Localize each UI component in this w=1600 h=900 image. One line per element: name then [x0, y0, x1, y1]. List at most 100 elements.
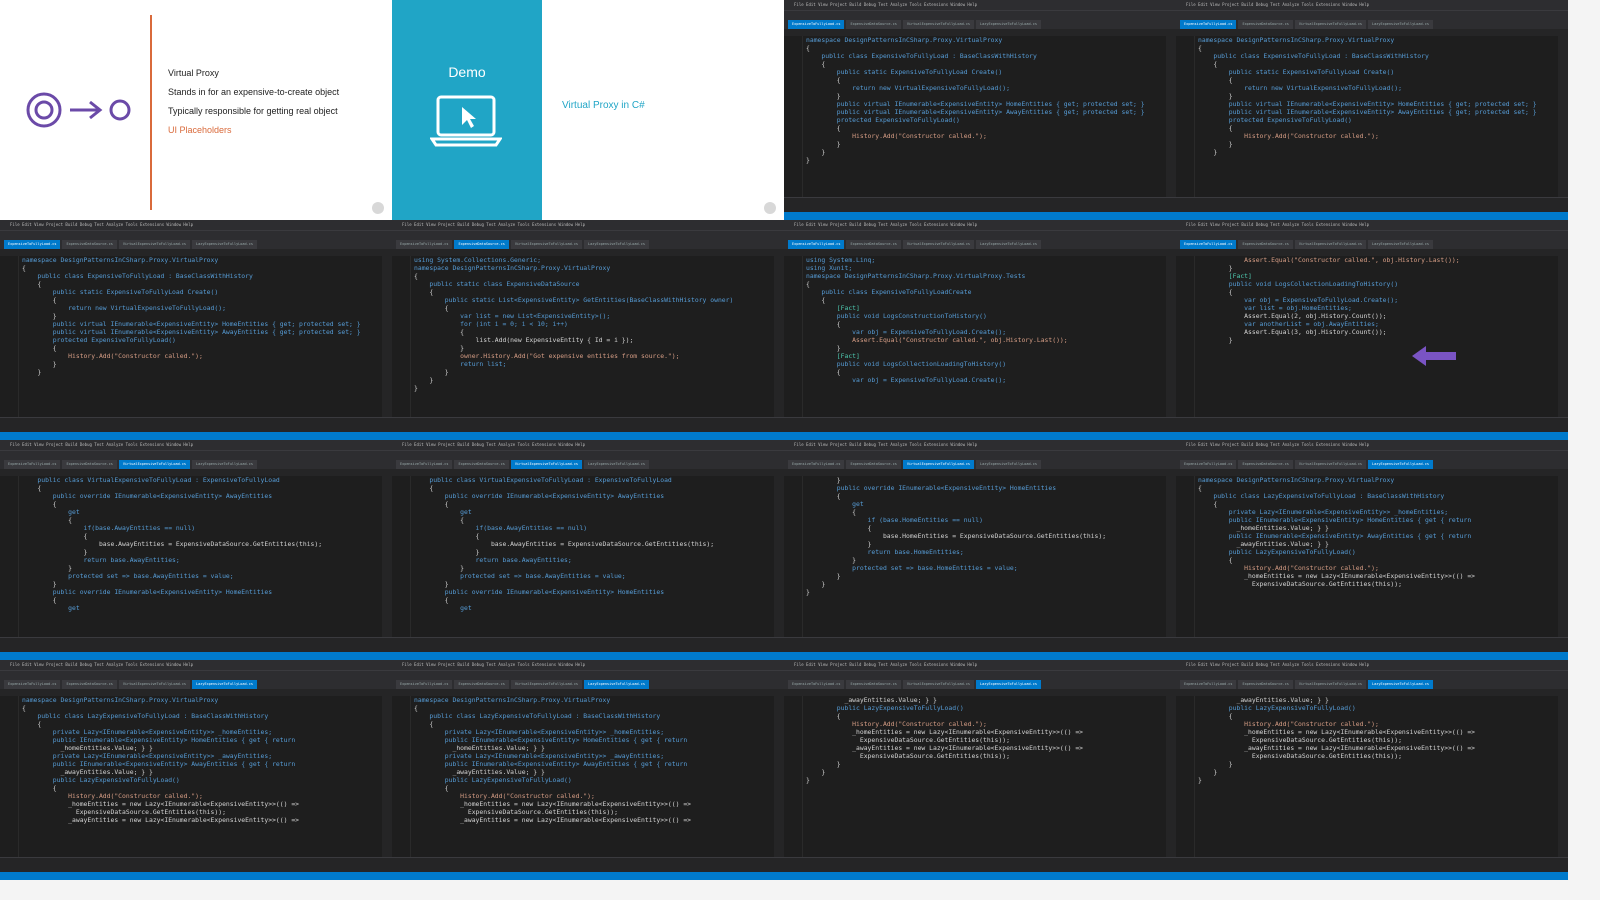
- editor-tab[interactable]: ExpensiveToFullyLoad.cs: [1180, 20, 1237, 29]
- scrollbar[interactable]: [382, 696, 392, 858]
- editor-tab[interactable]: ExpensiveToFullyLoad.cs: [396, 460, 453, 469]
- menu-bar[interactable]: File Edit View Project Build Debug Test …: [1176, 440, 1568, 450]
- editor-tab[interactable]: ExpensiveDataSource.cs: [62, 240, 117, 249]
- scrollbar[interactable]: [774, 256, 784, 418]
- editor-tab[interactable]: ExpensiveDataSource.cs: [62, 680, 117, 689]
- editor-tab[interactable]: ExpensiveDataSource.cs: [1238, 680, 1293, 689]
- editor-tab[interactable]: VirtualExpensiveToFullyLoad.cs: [510, 680, 583, 689]
- code-editor[interactable]: namespace DesignPatternsInCSharp.Proxy.V…: [1176, 36, 1568, 198]
- scrollbar[interactable]: [1166, 696, 1176, 858]
- editor-tab[interactable]: ExpensiveToFullyLoad.cs: [1180, 680, 1237, 689]
- code-editor[interactable]: namespace DesignPatternsInCSharp.Proxy.V…: [0, 256, 392, 418]
- editor-tab[interactable]: VirtualExpensiveToFullyLoad.cs: [1294, 20, 1367, 29]
- menu-bar[interactable]: File Edit View Project Build Debug Test …: [1176, 660, 1568, 670]
- editor-tab[interactable]: ExpensiveDataSource.cs: [454, 460, 509, 469]
- code-editor[interactable]: _awayEntities.Value; } } public LazyExpe…: [1176, 696, 1568, 858]
- code-editor[interactable]: public class VirtualExpensiveToFullyLoad…: [0, 476, 392, 638]
- breadcrumb[interactable]: [392, 689, 784, 696]
- editor-tab[interactable]: ExpensiveDataSource.cs: [1238, 460, 1293, 469]
- breadcrumb[interactable]: [0, 249, 392, 256]
- toolbar[interactable]: [392, 230, 784, 240]
- breadcrumb[interactable]: [784, 29, 1176, 36]
- breadcrumb[interactable]: [784, 249, 1176, 256]
- editor-tab[interactable]: ExpensiveToFullyLoad.cs: [4, 460, 61, 469]
- scrollbar[interactable]: [1558, 36, 1568, 198]
- menu-bar[interactable]: File Edit View Project Build Debug Test …: [392, 220, 784, 230]
- breadcrumb[interactable]: [1176, 249, 1568, 256]
- editor-tab[interactable]: ExpensiveToFullyLoad.cs: [1180, 240, 1237, 249]
- toolbar[interactable]: [784, 10, 1176, 20]
- toolbar[interactable]: [0, 230, 392, 240]
- menu-bar[interactable]: File Edit View Project Build Debug Test …: [1176, 220, 1568, 230]
- editor-tab[interactable]: LazyExpensiveToFullyLoad.cs: [1368, 460, 1433, 469]
- menu-bar[interactable]: File Edit View Project Build Debug Test …: [784, 440, 1176, 450]
- code-editor[interactable]: public class VirtualExpensiveToFullyLoad…: [392, 476, 784, 638]
- code-editor[interactable]: namespace DesignPatternsInCSharp.Proxy.V…: [0, 696, 392, 858]
- editor-tab[interactable]: LazyExpensiveToFullyLoad.cs: [976, 460, 1041, 469]
- editor-tab[interactable]: VirtualExpensiveToFullyLoad.cs: [902, 20, 975, 29]
- menu-bar[interactable]: File Edit View Project Build Debug Test …: [784, 660, 1176, 670]
- scrollbar[interactable]: [1166, 476, 1176, 638]
- editor-tab[interactable]: VirtualExpensiveToFullyLoad.cs: [902, 460, 975, 469]
- editor-tab[interactable]: ExpensiveToFullyLoad.cs: [4, 240, 61, 249]
- editor-tab[interactable]: VirtualExpensiveToFullyLoad.cs: [902, 680, 975, 689]
- editor-tab[interactable]: ExpensiveToFullyLoad.cs: [788, 20, 845, 29]
- editor-tab[interactable]: LazyExpensiveToFullyLoad.cs: [1368, 680, 1433, 689]
- editor-tab[interactable]: VirtualExpensiveToFullyLoad.cs: [1294, 240, 1367, 249]
- editor-tab[interactable]: VirtualExpensiveToFullyLoad.cs: [1294, 460, 1367, 469]
- editor-tab[interactable]: ExpensiveDataSource.cs: [454, 680, 509, 689]
- editor-tab[interactable]: ExpensiveDataSource.cs: [454, 240, 509, 249]
- toolbar[interactable]: [1176, 10, 1568, 20]
- toolbar[interactable]: [1176, 670, 1568, 680]
- toolbar[interactable]: [0, 450, 392, 460]
- code-editor[interactable]: _awayEntities.Value; } } public LazyExpe…: [784, 696, 1176, 858]
- editor-tab[interactable]: ExpensiveDataSource.cs: [1238, 20, 1293, 29]
- scrollbar[interactable]: [1558, 696, 1568, 858]
- editor-tab[interactable]: LazyExpensiveToFullyLoad.cs: [584, 240, 649, 249]
- editor-tab[interactable]: LazyExpensiveToFullyLoad.cs: [976, 680, 1041, 689]
- editor-tab[interactable]: LazyExpensiveToFullyLoad.cs: [1368, 240, 1433, 249]
- menu-bar[interactable]: File Edit View Project Build Debug Test …: [784, 0, 1176, 10]
- editor-tab[interactable]: ExpensiveToFullyLoad.cs: [1180, 460, 1237, 469]
- breadcrumb[interactable]: [1176, 469, 1568, 476]
- breadcrumb[interactable]: [784, 689, 1176, 696]
- editor-tab[interactable]: ExpensiveDataSource.cs: [846, 20, 901, 29]
- toolbar[interactable]: [392, 450, 784, 460]
- editor-tab[interactable]: ExpensiveDataSource.cs: [846, 460, 901, 469]
- menu-bar[interactable]: File Edit View Project Build Debug Test …: [0, 220, 392, 230]
- editor-tab[interactable]: ExpensiveToFullyLoad.cs: [396, 680, 453, 689]
- editor-tab[interactable]: ExpensiveToFullyLoad.cs: [788, 460, 845, 469]
- menu-bar[interactable]: File Edit View Project Build Debug Test …: [1176, 0, 1568, 10]
- scrollbar[interactable]: [774, 476, 784, 638]
- code-editor[interactable]: namespace DesignPatternsInCSharp.Proxy.V…: [1176, 476, 1568, 638]
- editor-tab[interactable]: ExpensiveToFullyLoad.cs: [4, 680, 61, 689]
- editor-tab[interactable]: ExpensiveDataSource.cs: [62, 460, 117, 469]
- breadcrumb[interactable]: [392, 469, 784, 476]
- breadcrumb[interactable]: [1176, 689, 1568, 696]
- editor-tab[interactable]: ExpensiveToFullyLoad.cs: [788, 680, 845, 689]
- toolbar[interactable]: [0, 670, 392, 680]
- toolbar[interactable]: [392, 670, 784, 680]
- menu-bar[interactable]: File Edit View Project Build Debug Test …: [0, 440, 392, 450]
- scrollbar[interactable]: [382, 476, 392, 638]
- breadcrumb[interactable]: [0, 469, 392, 476]
- editor-tab[interactable]: LazyExpensiveToFullyLoad.cs: [976, 20, 1041, 29]
- editor-tab[interactable]: ExpensiveDataSource.cs: [846, 240, 901, 249]
- editor-tab[interactable]: VirtualExpensiveToFullyLoad.cs: [118, 240, 191, 249]
- menu-bar[interactable]: File Edit View Project Build Debug Test …: [0, 660, 392, 670]
- editor-tab[interactable]: LazyExpensiveToFullyLoad.cs: [584, 460, 649, 469]
- toolbar[interactable]: [784, 230, 1176, 240]
- editor-tab[interactable]: VirtualExpensiveToFullyLoad.cs: [902, 240, 975, 249]
- code-editor[interactable]: using System.Linq; using Xunit; namespace …: [784, 256, 1176, 418]
- editor-tab[interactable]: ExpensiveDataSource.cs: [1238, 240, 1293, 249]
- scrollbar[interactable]: [1558, 256, 1568, 418]
- editor-tab[interactable]: LazyExpensiveToFullyLoad.cs: [192, 240, 257, 249]
- editor-tab[interactable]: LazyExpensiveToFullyLoad.cs: [584, 680, 649, 689]
- menu-bar[interactable]: File Edit View Project Build Debug Test …: [392, 440, 784, 450]
- code-editor[interactable]: using System.Collections.Generic; namespa…: [392, 256, 784, 418]
- menu-bar[interactable]: File Edit View Project Build Debug Test …: [784, 220, 1176, 230]
- editor-tab[interactable]: ExpensiveToFullyLoad.cs: [396, 240, 453, 249]
- editor-tab[interactable]: LazyExpensiveToFullyLoad.cs: [976, 240, 1041, 249]
- scrollbar[interactable]: [1558, 476, 1568, 638]
- scrollbar[interactable]: [1166, 256, 1176, 418]
